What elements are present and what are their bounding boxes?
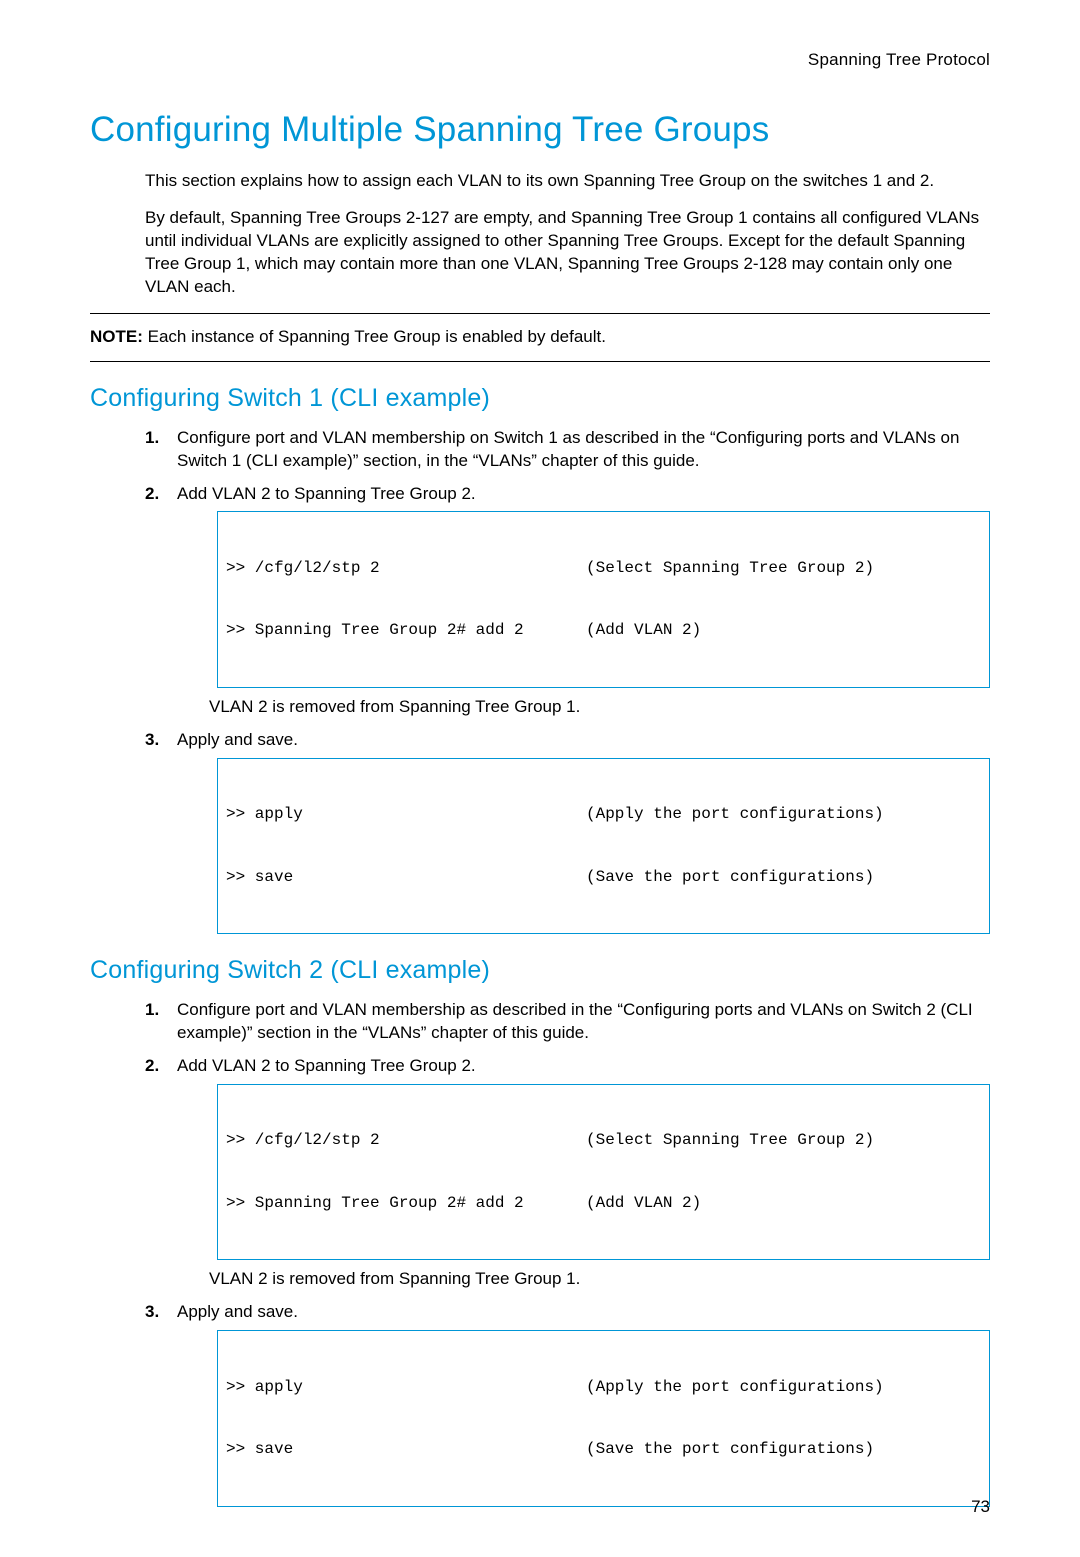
code-comment: (Add VLAN 2) bbox=[586, 1193, 981, 1214]
page: Spanning Tree Protocol Configuring Multi… bbox=[0, 0, 1080, 1557]
code-box: >> apply(Apply the port configurations) … bbox=[217, 1330, 990, 1506]
list-item: 2. Add VLAN 2 to Spanning Tree Group 2. … bbox=[145, 1055, 990, 1291]
step-text: Apply and save. bbox=[177, 730, 298, 749]
code-comment: (Save the port configurations) bbox=[586, 867, 981, 888]
code-command: >> Spanning Tree Group 2# add 2 bbox=[226, 620, 586, 641]
intro-paragraph-1: This section explains how to assign each… bbox=[145, 170, 990, 193]
step-text: Add VLAN 2 to Spanning Tree Group 2. bbox=[177, 1056, 476, 1075]
code-line: >> save(Save the port configurations) bbox=[226, 1439, 981, 1460]
code-line: >> apply(Apply the port configurations) bbox=[226, 804, 981, 825]
list-item: 1. Configure port and VLAN membership as… bbox=[145, 999, 990, 1045]
step-number: 1. bbox=[145, 999, 159, 1022]
code-command: >> /cfg/l2/stp 2 bbox=[226, 558, 586, 579]
code-command: >> apply bbox=[226, 1377, 586, 1398]
code-comment: (Add VLAN 2) bbox=[586, 620, 981, 641]
list-item: 3. Apply and save. >> apply(Apply the po… bbox=[145, 729, 990, 934]
step-number: 2. bbox=[145, 1055, 159, 1078]
code-command: >> save bbox=[226, 1439, 586, 1460]
code-command: >> Spanning Tree Group 2# add 2 bbox=[226, 1193, 586, 1214]
switch2-steps: 1. Configure port and VLAN membership as… bbox=[145, 999, 990, 1506]
code-box: >> apply(Apply the port configurations) … bbox=[217, 758, 990, 934]
step-text: Configure port and VLAN membership on Sw… bbox=[177, 428, 959, 470]
step-text: Apply and save. bbox=[177, 1302, 298, 1321]
code-box: >> /cfg/l2/stp 2(Select Spanning Tree Gr… bbox=[217, 511, 990, 687]
page-number: 73 bbox=[971, 1497, 990, 1517]
code-line: >> /cfg/l2/stp 2(Select Spanning Tree Gr… bbox=[226, 558, 981, 579]
code-line: >> save(Save the port configurations) bbox=[226, 867, 981, 888]
step-text: Configure port and VLAN membership as de… bbox=[177, 1000, 973, 1042]
code-command: >> apply bbox=[226, 804, 586, 825]
intro-paragraph-2: By default, Spanning Tree Groups 2-127 a… bbox=[145, 207, 990, 299]
code-line: >> apply(Apply the port configurations) bbox=[226, 1377, 981, 1398]
code-comment: (Select Spanning Tree Group 2) bbox=[586, 558, 981, 579]
code-line: >> Spanning Tree Group 2# add 2(Add VLAN… bbox=[226, 1193, 981, 1214]
code-line: >> Spanning Tree Group 2# add 2(Add VLAN… bbox=[226, 620, 981, 641]
code-comment: (Apply the port configurations) bbox=[586, 804, 981, 825]
running-header: Spanning Tree Protocol bbox=[90, 50, 990, 70]
step-text: Add VLAN 2 to Spanning Tree Group 2. bbox=[177, 484, 476, 503]
note-label: NOTE: bbox=[90, 327, 143, 346]
section-title-switch1: Configuring Switch 1 (CLI example) bbox=[90, 384, 990, 413]
code-command: >> save bbox=[226, 867, 586, 888]
code-comment: (Apply the port configurations) bbox=[586, 1377, 981, 1398]
switch1-steps: 1. Configure port and VLAN membership on… bbox=[145, 427, 990, 934]
list-item: 2. Add VLAN 2 to Spanning Tree Group 2. … bbox=[145, 483, 990, 719]
code-box: >> /cfg/l2/stp 2(Select Spanning Tree Gr… bbox=[217, 1084, 990, 1260]
page-title: Configuring Multiple Spanning Tree Group… bbox=[90, 110, 990, 150]
list-item: 3. Apply and save. >> apply(Apply the po… bbox=[145, 1301, 990, 1506]
step-number: 2. bbox=[145, 483, 159, 506]
code-line: >> /cfg/l2/stp 2(Select Spanning Tree Gr… bbox=[226, 1130, 981, 1151]
note-text: Each instance of Spanning Tree Group is … bbox=[143, 327, 606, 346]
step-number: 1. bbox=[145, 427, 159, 450]
step-number: 3. bbox=[145, 1301, 159, 1324]
section-title-switch2: Configuring Switch 2 (CLI example) bbox=[90, 956, 990, 985]
note-block: NOTE: Each instance of Spanning Tree Gro… bbox=[90, 313, 990, 362]
list-item: 1. Configure port and VLAN membership on… bbox=[145, 427, 990, 473]
code-command: >> /cfg/l2/stp 2 bbox=[226, 1130, 586, 1151]
step-number: 3. bbox=[145, 729, 159, 752]
step-note: VLAN 2 is removed from Spanning Tree Gro… bbox=[209, 696, 990, 719]
code-comment: (Select Spanning Tree Group 2) bbox=[586, 1130, 981, 1151]
code-comment: (Save the port configurations) bbox=[586, 1439, 981, 1460]
step-note: VLAN 2 is removed from Spanning Tree Gro… bbox=[209, 1268, 990, 1291]
